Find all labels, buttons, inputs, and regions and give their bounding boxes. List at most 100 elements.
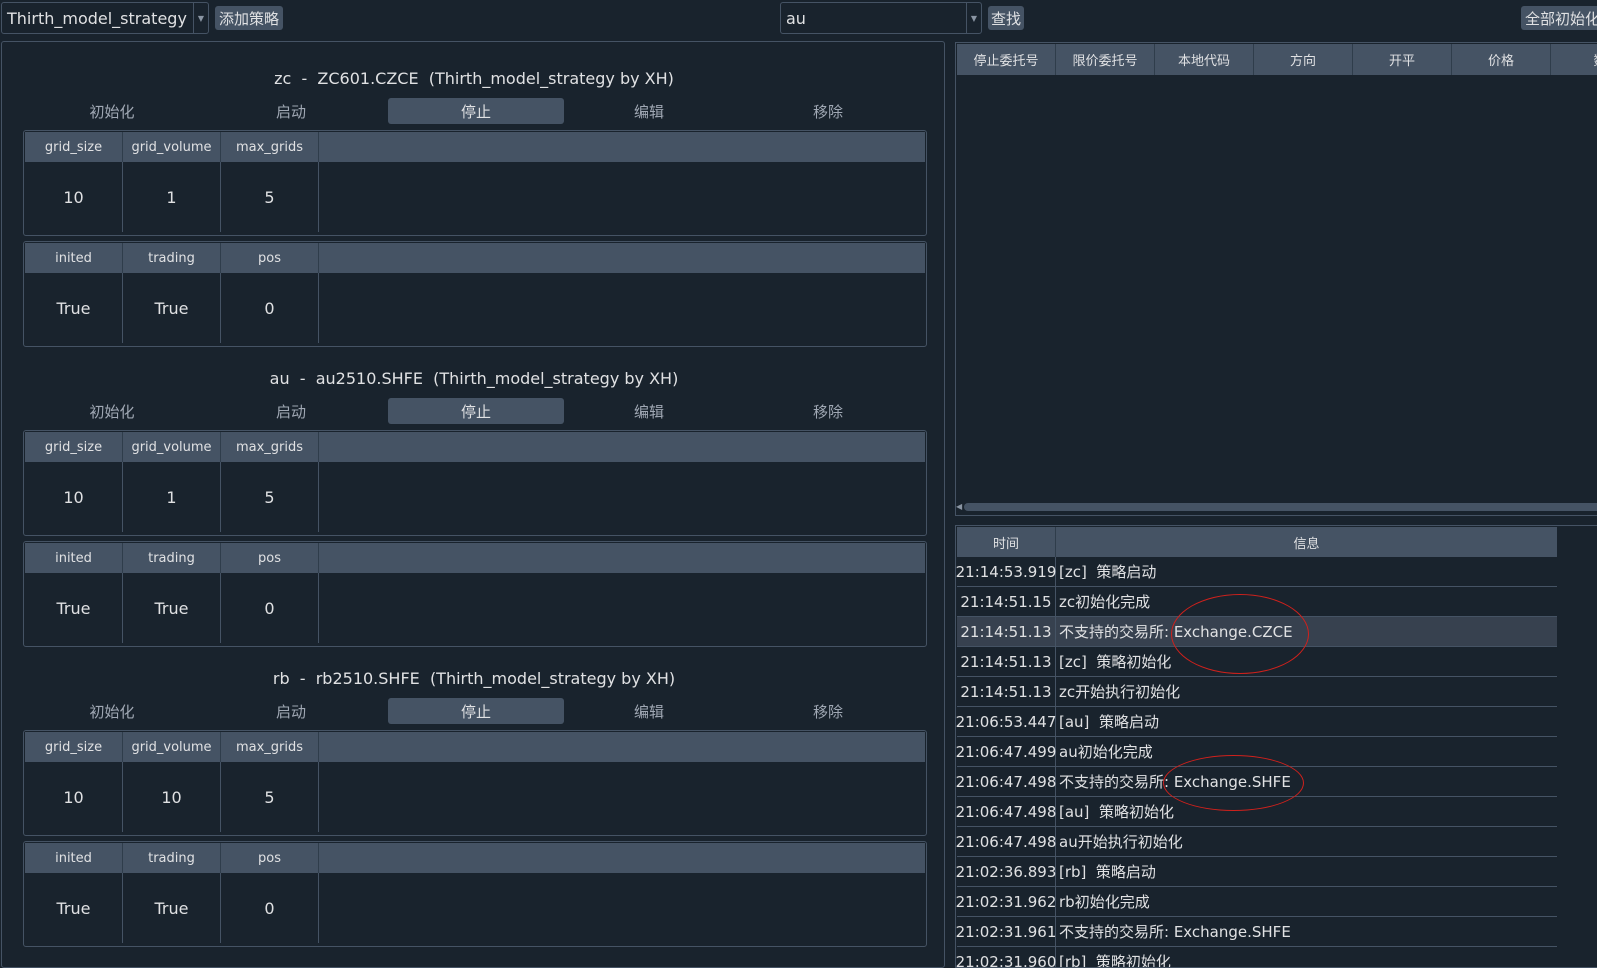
cell-value: 1: [123, 462, 221, 532]
log-time: 21:02:31.962: [956, 887, 1056, 916]
log-row[interactable]: 21:14:51.13 zc开始执行初始化: [957, 677, 1557, 707]
stop-button[interactable]: 停止: [388, 698, 564, 724]
strategy-search-value: au: [786, 8, 806, 28]
log-message: au开始执行初始化: [1059, 833, 1183, 851]
cell-value: True: [25, 273, 123, 343]
stop-order-table-header: 停止委托号限价委托号本地代码方向开平价格数: [957, 44, 1597, 75]
remove-button[interactable]: 移除: [740, 398, 916, 424]
log-row[interactable]: 21:02:31.962 rb初始化完成: [956, 887, 1557, 917]
edit-button[interactable]: 编辑: [561, 98, 737, 124]
parameter-table: grid_size 10 grid_volume 1 max_grids 5: [23, 430, 927, 536]
log-message: rb初始化完成: [1059, 893, 1150, 911]
log-time: 21:14:53.919: [956, 557, 1056, 586]
stop-button[interactable]: 停止: [388, 98, 564, 124]
log-time: 21:06:53.447: [956, 707, 1056, 736]
init-button[interactable]: 初始化: [24, 398, 200, 424]
log-time: 21:14:51.13: [957, 617, 1056, 646]
init-all-button[interactable]: 全部初始化: [1521, 6, 1597, 30]
log-message: zc开始执行初始化: [1059, 683, 1181, 701]
cell-value: 10: [123, 762, 221, 832]
log-row[interactable]: 21:02:31.960 [rb] 策略初始化: [956, 947, 1557, 967]
cell-value: 0: [221, 873, 319, 943]
order-column-header[interactable]: 限价委托号: [1056, 44, 1155, 75]
log-time: 21:06:47.498: [956, 827, 1056, 856]
log-time: 21:14:51.13: [957, 677, 1056, 706]
strategy-class-select[interactable]: Thirth_model_strategy ▼: [1, 2, 209, 34]
column-header: trading: [123, 243, 221, 273]
order-column-header[interactable]: 开平: [1353, 44, 1452, 75]
column-header: pos: [221, 543, 319, 573]
log-row[interactable]: 21:06:53.447 [au] 策略启动: [956, 707, 1557, 737]
cell-value: 5: [221, 762, 319, 832]
order-column-header[interactable]: 方向: [1254, 44, 1353, 75]
log-row[interactable]: 21:02:31.961 不支持的交易所: Exchange.SHFE: [956, 917, 1557, 947]
log-time: 21:02:31.960: [956, 947, 1056, 967]
column-header: inited: [25, 243, 123, 273]
log-row[interactable]: 21:14:53.919 [zc] 策略启动: [956, 557, 1557, 587]
log-header-time: 时间: [957, 527, 1056, 557]
strategy-manager: zc - ZC601.CZCE (Thirth_model_strategy b…: [2, 49, 944, 349]
start-button[interactable]: 启动: [203, 398, 379, 424]
order-column-header[interactable]: 停止委托号: [957, 44, 1056, 75]
strategy-manager: rb - rb2510.SHFE (Thirth_model_strategy …: [2, 649, 944, 949]
log-time: 21:06:47.498: [956, 767, 1056, 796]
order-column-header[interactable]: 数: [1551, 44, 1597, 75]
log-row[interactable]: 21:02:36.893 [rb] 策略启动: [956, 857, 1557, 887]
cell-value: True: [123, 573, 221, 643]
find-button[interactable]: 查找: [988, 6, 1024, 30]
column-header: grid_volume: [123, 132, 221, 162]
horizontal-scrollbar[interactable]: [964, 503, 1597, 511]
annotation-circle: [1171, 594, 1309, 674]
log-message: [zc] 策略启动: [1059, 563, 1157, 581]
variable-table: inited True trading True pos 0: [23, 241, 927, 347]
parameter-table: grid_size 10 grid_volume 10 max_grids 5: [23, 730, 927, 836]
cell-value: 0: [221, 273, 319, 343]
add-strategy-button[interactable]: 添加策略: [215, 6, 283, 30]
remove-button[interactable]: 移除: [740, 698, 916, 724]
cell-value: True: [25, 873, 123, 943]
scroll-left-icon[interactable]: ◀: [956, 499, 962, 513]
stop-button[interactable]: 停止: [388, 398, 564, 424]
order-column-header[interactable]: 本地代码: [1155, 44, 1254, 75]
log-time: 21:02:31.961: [956, 917, 1056, 946]
variable-table: inited True trading True pos 0: [23, 541, 927, 647]
edit-button[interactable]: 编辑: [561, 698, 737, 724]
strategy-title: rb - rb2510.SHFE (Thirth_model_strategy …: [272, 669, 676, 688]
cell-value: 5: [221, 162, 319, 232]
start-button[interactable]: 启动: [203, 98, 379, 124]
strategy-manager-panel: zc - ZC601.CZCE (Thirth_model_strategy b…: [1, 41, 945, 968]
init-button[interactable]: 初始化: [24, 98, 200, 124]
order-column-header[interactable]: 价格: [1452, 44, 1551, 75]
cell-value: True: [25, 573, 123, 643]
strategy-manager: au - au2510.SHFE (Thirth_model_strategy …: [2, 349, 944, 649]
column-header: max_grids: [221, 132, 319, 162]
start-button[interactable]: 启动: [203, 698, 379, 724]
strategy-title: au - au2510.SHFE (Thirth_model_strategy …: [269, 369, 679, 388]
strategy-search-select[interactable]: au ▼: [780, 2, 982, 34]
column-header: inited: [25, 843, 123, 873]
log-row[interactable]: 21:06:47.498 au开始执行初始化: [956, 827, 1557, 857]
strategy-title: zc - ZC601.CZCE (Thirth_model_strategy b…: [274, 69, 674, 88]
column-header: pos: [221, 243, 319, 273]
column-header: grid_size: [25, 432, 123, 462]
log-message: [zc] 策略初始化: [1059, 653, 1172, 671]
column-header: max_grids: [221, 732, 319, 762]
strategy-action-bar: 初始化 启动 停止 编辑 移除: [24, 698, 934, 724]
log-time: 21:06:47.499: [956, 737, 1056, 766]
cell-value: 10: [25, 762, 123, 832]
cell-value: 10: [25, 462, 123, 532]
edit-button[interactable]: 编辑: [561, 398, 737, 424]
strategy-action-bar: 初始化 启动 停止 编辑 移除: [24, 98, 934, 124]
log-header-message: 信息: [1293, 536, 1320, 552]
cell-value: True: [123, 873, 221, 943]
column-header: trading: [123, 543, 221, 573]
remove-button[interactable]: 移除: [740, 98, 916, 124]
cell-value: 1: [123, 162, 221, 232]
cell-value: 10: [25, 162, 123, 232]
chevron-down-icon: ▼: [966, 3, 981, 33]
init-button[interactable]: 初始化: [24, 698, 200, 724]
cell-value: 5: [221, 462, 319, 532]
log-time: 21:06:47.498: [956, 797, 1056, 826]
strategy-class-value: Thirth_model_strategy: [7, 8, 187, 28]
column-header: pos: [221, 843, 319, 873]
